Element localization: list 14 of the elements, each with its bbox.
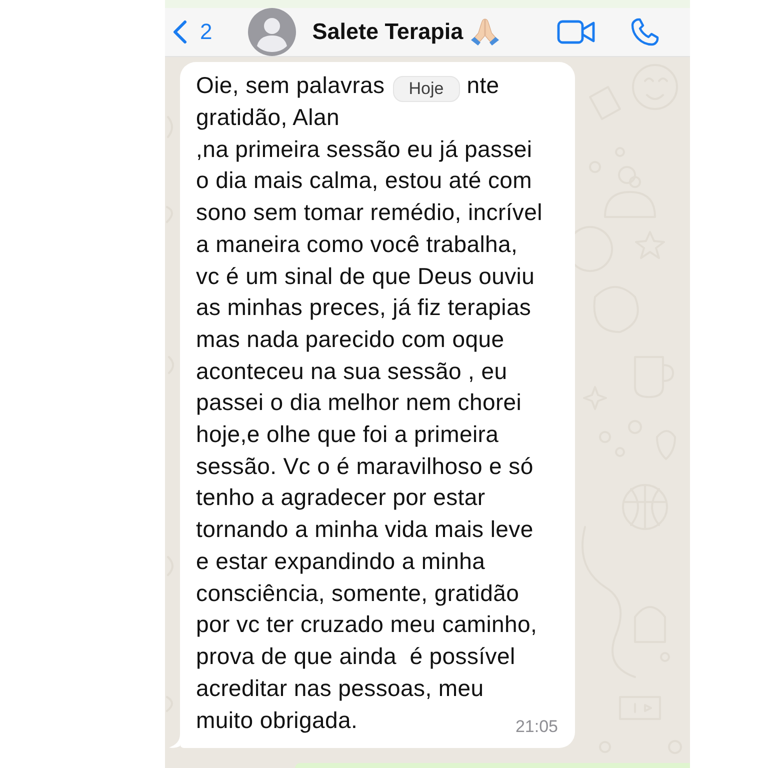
contact-name[interactable]: Salete Terapia bbox=[312, 19, 464, 45]
message-text: nte bbox=[466, 71, 500, 100]
voice-call-button[interactable] bbox=[630, 17, 660, 47]
chevron-left-icon bbox=[172, 20, 187, 44]
message-text: muito obrigada. bbox=[196, 706, 358, 736]
praying-hands-icon bbox=[470, 18, 500, 46]
video-call-button[interactable] bbox=[557, 20, 595, 44]
back-button[interactable]: 2 bbox=[172, 20, 212, 44]
phone-icon bbox=[630, 17, 660, 47]
date-badge: Hoje bbox=[392, 76, 460, 102]
message-time: 21:05 bbox=[515, 718, 558, 736]
message-text: Oie, sem palavras bbox=[196, 71, 385, 100]
avatar-icon[interactable] bbox=[248, 8, 296, 56]
video-camera-icon bbox=[557, 20, 595, 44]
